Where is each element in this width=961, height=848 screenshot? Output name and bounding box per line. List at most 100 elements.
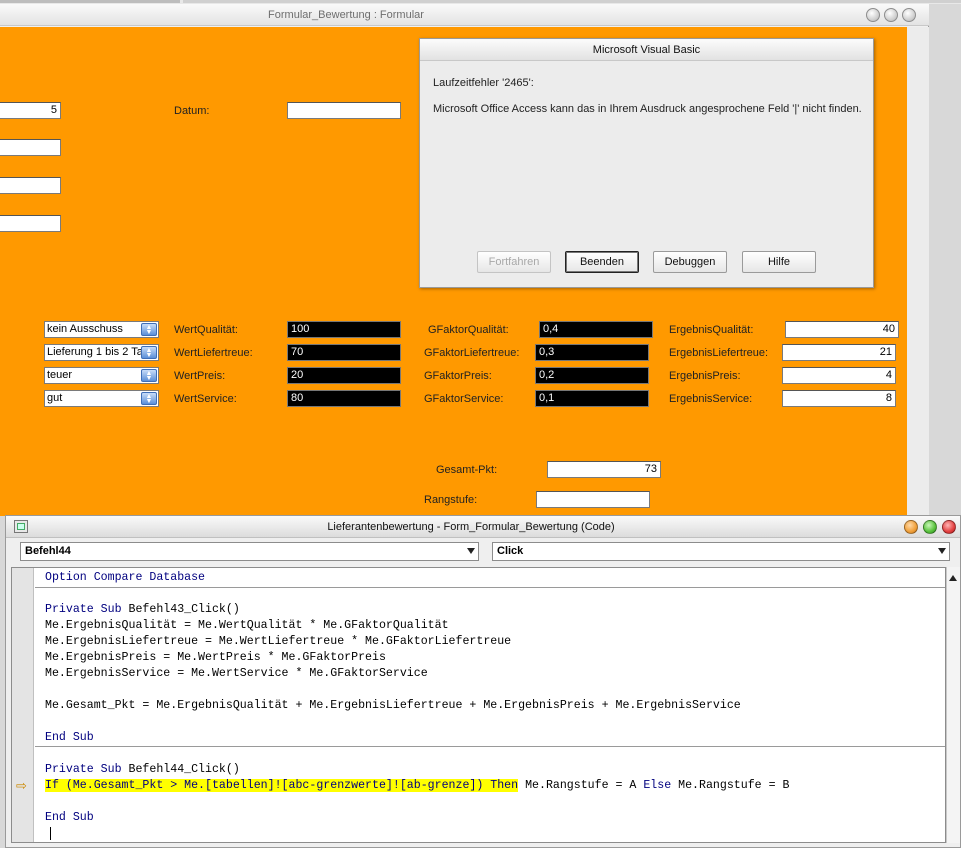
gfaktor-qualitaet-field[interactable]: 0,4	[539, 321, 653, 338]
ergebnis-service-field[interactable]: 8	[782, 390, 896, 407]
gesamt-label: Gesamt-Pkt:	[436, 464, 498, 476]
error-code: Laufzeitfehler '2465':	[433, 77, 534, 89]
spinner-icon[interactable]: ▲ ▼	[141, 392, 157, 405]
procedure-dropdown[interactable]: Click	[492, 542, 950, 561]
wert-qualitaet-field[interactable]: 100	[287, 321, 401, 338]
code-line: Me.ErgebnisQualität = Me.WertQualität * …	[45, 619, 449, 632]
code-keyword: Private Sub	[45, 603, 122, 616]
combo-service-value: gut	[47, 392, 63, 404]
rangstufe-field[interactable]	[536, 491, 650, 508]
code-line: End Sub	[45, 810, 94, 826]
close-button[interactable]	[902, 8, 916, 22]
ergebnis-service-label: ErgebnisService:	[669, 393, 753, 405]
dialog-title: Microsoft Visual Basic	[592, 44, 701, 56]
chevron-down-icon	[467, 548, 475, 554]
code-title: Lieferantenbewertung - Form_Formular_Bew…	[327, 521, 615, 533]
procedure-separator	[35, 587, 945, 588]
code-keyword: End Sub	[45, 731, 94, 744]
code-keyword: Option Compare Database	[45, 571, 206, 584]
highlighted-statement: If (Me.Gesamt_Pkt > Me.[tabellen]![abc-g…	[45, 779, 519, 792]
code-text: Me.Rangstufe = A	[518, 779, 644, 792]
code-line: Me.ErgebnisLiefertreue = Me.WertLiefertr…	[45, 635, 512, 648]
form-titlebar[interactable]: Formular_Bewertung : Formular	[0, 4, 929, 26]
gfaktor-preis-label: GFaktorPreis:	[424, 370, 492, 382]
datum-field[interactable]	[287, 102, 401, 119]
continue-button[interactable]: Fortfahren	[477, 251, 551, 273]
ergebnis-qualitaet-label: ErgebnisQualität:	[669, 324, 754, 336]
wert-preis-field[interactable]: 20	[287, 367, 401, 384]
code-line: Me.ErgebnisService = Me.WertService * Me…	[45, 667, 428, 680]
combo-service[interactable]: gut ▲ ▼	[44, 390, 159, 407]
code-line: End Sub	[45, 730, 94, 746]
code-line: Private Sub Befehl44_Click()	[45, 762, 240, 778]
chevron-down-icon	[938, 548, 946, 554]
zoom-button[interactable]	[923, 520, 937, 534]
minimize-button[interactable]	[904, 520, 918, 534]
left-field-3[interactable]	[0, 177, 61, 194]
combo-qualitaet-value: kein Ausschuss	[47, 323, 123, 335]
close-button[interactable]	[942, 520, 956, 534]
ergebnis-liefertreue-label: ErgebnisLiefertreue:	[669, 347, 769, 359]
wert-preis-label: WertPreis:	[174, 370, 226, 382]
ergebnis-preis-label: ErgebnisPreis:	[669, 370, 741, 382]
code-text: Befehl44_Click()	[121, 763, 240, 776]
wert-service-label: WertService:	[174, 393, 237, 405]
code-line: Me.Gesamt_Pkt = Me.ErgebnisQualität + Me…	[45, 699, 741, 712]
combo-qualitaet[interactable]: kein Ausschuss ▲ ▼	[44, 321, 159, 338]
combo-liefertreue[interactable]: Lieferung 1 bis 2 Ta ▲ ▼	[44, 344, 159, 361]
code-text: Befehl43_Click()	[121, 603, 240, 616]
form-title: Formular_Bewertung : Formular	[268, 9, 424, 21]
wert-liefertreue-field[interactable]: 70	[287, 344, 401, 361]
wert-liefertreue-label: WertLiefertreue:	[174, 347, 253, 359]
scroll-up-icon[interactable]	[949, 575, 957, 581]
procedure-separator	[35, 746, 945, 747]
combo-preis-value: teuer	[47, 369, 73, 381]
datum-label: Datum:	[174, 105, 210, 117]
ergebnis-liefertreue-field[interactable]: 21	[782, 344, 896, 361]
end-button[interactable]: Beenden	[565, 251, 639, 273]
object-dropdown-value: Befehl44	[25, 545, 71, 557]
code-line: Me.ErgebnisPreis = Me.WertPreis * Me.GFa…	[45, 651, 386, 664]
execution-arrow-icon: ⇨	[16, 778, 27, 793]
code-window: Lieferantenbewertung - Form_Formular_Bew…	[5, 515, 961, 848]
error-message: Microsoft Office Access kann das in Ihre…	[433, 103, 862, 115]
rangstufe-label: Rangstufe:	[424, 494, 478, 506]
text-cursor	[50, 827, 51, 840]
spinner-icon[interactable]: ▲ ▼	[141, 323, 157, 336]
ergebnis-qualitaet-field[interactable]: 40	[785, 321, 899, 338]
gfaktor-service-label: GFaktorService:	[424, 393, 504, 405]
dialog-titlebar[interactable]: Microsoft Visual Basic	[420, 39, 873, 61]
gfaktor-liefertreue-field[interactable]: 0,3	[535, 344, 649, 361]
ergebnis-preis-field[interactable]: 4	[782, 367, 896, 384]
procedure-dropdown-value: Click	[497, 545, 524, 557]
vertical-scrollbar[interactable]	[946, 567, 960, 843]
code-gutter[interactable]: ⇨	[12, 568, 34, 842]
code-editor[interactable]: ⇨ Option Compare Database Private Sub Be…	[11, 567, 946, 843]
help-button[interactable]: Hilfe	[742, 251, 816, 273]
error-dialog: Microsoft Visual Basic Laufzeitfehler '2…	[419, 38, 874, 288]
wert-qualitaet-label: WertQualität:	[174, 324, 238, 336]
code-keyword: Private Sub	[45, 763, 122, 776]
zoom-button[interactable]	[884, 8, 898, 22]
wert-service-field[interactable]: 80	[287, 390, 401, 407]
left-field-1[interactable]: 5	[0, 102, 61, 119]
minimize-button[interactable]	[866, 8, 880, 22]
gfaktor-service-field[interactable]: 0,1	[535, 390, 649, 407]
code-keyword: End Sub	[45, 811, 94, 824]
spinner-icon[interactable]: ▲ ▼	[141, 369, 157, 382]
code-titlebar[interactable]: Lieferantenbewertung - Form_Formular_Bew…	[6, 516, 960, 538]
object-dropdown[interactable]: Befehl44	[20, 542, 479, 561]
gfaktor-preis-field[interactable]: 0,2	[535, 367, 649, 384]
code-line: Option Compare Database	[45, 570, 205, 586]
gfaktor-qualitaet-label: GFaktorQualität:	[428, 324, 509, 336]
debug-button[interactable]: Debuggen	[653, 251, 727, 273]
left-field-4[interactable]	[0, 215, 61, 232]
form-right-strip	[907, 27, 929, 516]
gesamt-field[interactable]: 73	[547, 461, 661, 478]
code-line-current: If (Me.Gesamt_Pkt > Me.[tabellen]![abc-g…	[45, 778, 789, 794]
combo-preis[interactable]: teuer ▲ ▼	[44, 367, 159, 384]
code-keyword: Else	[643, 779, 672, 792]
left-field-2[interactable]	[0, 139, 61, 156]
gfaktor-liefertreue-label: GFaktorLiefertreue:	[424, 347, 520, 359]
spinner-icon[interactable]: ▲ ▼	[141, 346, 157, 359]
